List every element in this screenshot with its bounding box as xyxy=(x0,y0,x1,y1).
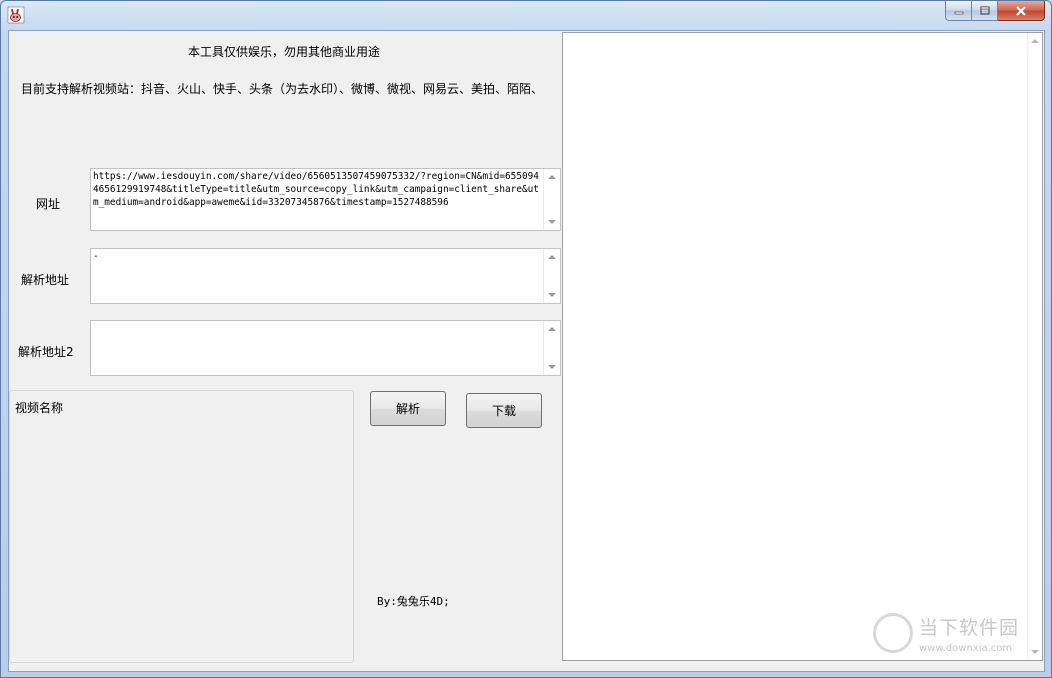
video-name-label: 视频名称 xyxy=(15,401,64,415)
scroll-down-icon[interactable] xyxy=(548,365,556,369)
author-credit: By:兔兔乐4D; xyxy=(377,595,450,608)
maximize-icon xyxy=(980,6,989,15)
title-bar[interactable] xyxy=(1,1,1051,29)
parse-address-2-scrollbar[interactable] xyxy=(543,321,560,375)
parse-address-2-input[interactable] xyxy=(90,320,561,376)
close-icon xyxy=(1016,5,1026,16)
downxia-logo-icon xyxy=(873,613,913,653)
scroll-down-icon[interactable] xyxy=(548,293,556,297)
url-label: 网址 xyxy=(36,197,61,211)
disclaimer-text: 本工具仅供娱乐，勿用其他商业用途 xyxy=(188,45,381,59)
parse-address-input[interactable]: - xyxy=(90,248,561,304)
watermark: 当下软件园 www.downxia.com xyxy=(873,609,1035,669)
close-button[interactable] xyxy=(998,1,1045,21)
scroll-up-icon[interactable] xyxy=(548,255,556,259)
download-button[interactable]: 下载 xyxy=(466,393,542,428)
parse-address-scrollbar[interactable] xyxy=(543,249,560,303)
main-panel: 本工具仅供娱乐，勿用其他商业用途 目前支持解析视频站：抖音、火山、快手、头条（为… xyxy=(8,30,1045,672)
url-input[interactable]: https://www.iesdouyin.com/share/video/65… xyxy=(90,168,561,231)
scroll-down-icon[interactable] xyxy=(548,220,556,224)
parse-address-2-label: 解析地址2 xyxy=(18,345,74,359)
url-input-text: https://www.iesdouyin.com/share/video/65… xyxy=(93,171,539,208)
output-scrollbar[interactable] xyxy=(1027,33,1042,660)
watermark-title: 当下软件园 xyxy=(919,617,1020,639)
minimize-button[interactable] xyxy=(945,1,972,21)
window-controls xyxy=(945,1,1045,21)
parse-button[interactable]: 解析 xyxy=(370,391,446,426)
minimize-icon xyxy=(954,11,963,14)
url-scrollbar[interactable] xyxy=(543,169,560,230)
output-panel[interactable]: 当下软件园 www.downxia.com xyxy=(562,32,1043,661)
scroll-up-icon[interactable] xyxy=(1031,39,1039,43)
supported-sites-text: 目前支持解析视频站：抖音、火山、快手、头条（为去水印）、微博、微视、网易云、美拍… xyxy=(21,82,544,96)
maximize-button[interactable] xyxy=(972,1,998,21)
parse-address-label: 解析地址 xyxy=(21,273,70,287)
app-window: 本工具仅供娱乐，勿用其他商业用途 目前支持解析视频站：抖音、火山、快手、头条（为… xyxy=(0,0,1052,678)
parse-address-text: - xyxy=(93,251,99,262)
scroll-up-icon[interactable] xyxy=(548,327,556,331)
watermark-url: www.downxia.com xyxy=(919,643,1013,654)
scroll-up-icon[interactable] xyxy=(548,175,556,179)
video-info-panel xyxy=(9,390,354,663)
rabbit-app-icon xyxy=(7,6,25,24)
